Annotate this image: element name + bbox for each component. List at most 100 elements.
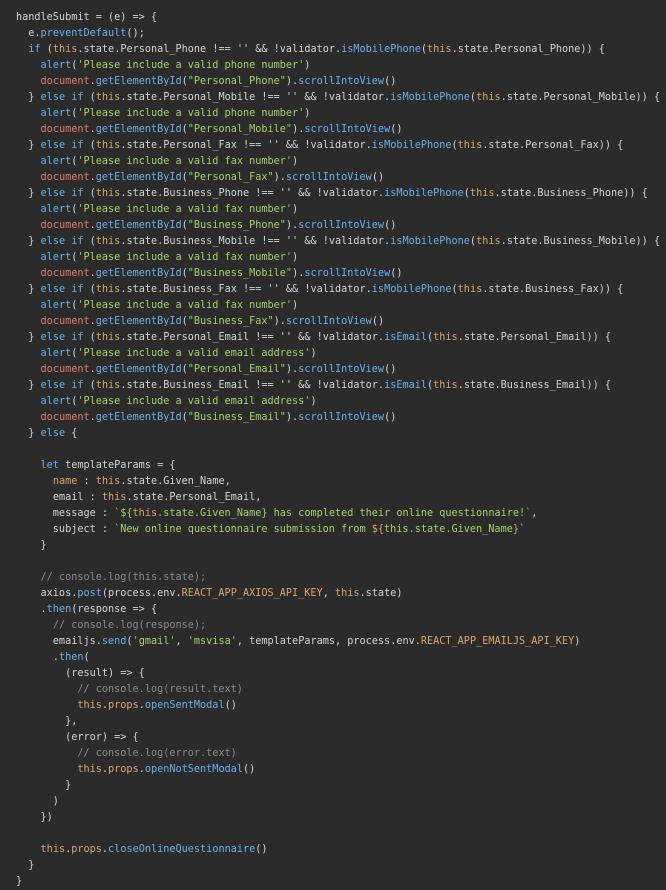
code-line[interactable]: e.preventDefault(); [0,26,666,42]
keyword-token: this [433,380,458,391]
code-line[interactable]: let templateParams = { [0,458,666,474]
code-line[interactable]: alert('Please include a valid fax number… [0,250,666,266]
code-token: .state.Business_Fax)) { [482,284,624,295]
code-token: .state.Personal_Mobile !== '' && !valida… [120,92,391,103]
code-line[interactable]: document.getElementById("Personal_Fax").… [0,170,666,186]
code-line[interactable]: handleSubmit = (e) => { [0,10,666,26]
identifier-token: getElementById [95,268,182,279]
code-line[interactable]: if (this.state.Personal_Phone !== '' && … [0,42,666,58]
code-line[interactable]: message : `${this.state.Given_Name} has … [0,506,666,522]
code-token: (result) => { [16,668,145,679]
code-line[interactable]: email : this.state.Personal_Email, [0,490,666,506]
code-line[interactable] [0,826,666,842]
code-token: } [16,92,41,103]
keyword-token: this [40,844,66,855]
code-line[interactable]: } [0,874,666,890]
code-token: handleSubmit = (e) => { [16,12,158,23]
code-token: .state.Personal_Email)) { [457,332,612,343]
identifier-token: alert [40,108,72,119]
code-token: ) [292,300,299,311]
keyword-token: props [108,764,139,775]
code-line[interactable]: } else if (this.state.Personal_Email !==… [0,330,666,346]
code-line[interactable]: } else if (this.state.Business_Phone !==… [0,186,666,202]
identifier-token: openSentModal [144,700,225,711]
code-line[interactable]: .then( [0,650,666,666]
identifier-token: getElementById [95,124,182,135]
string-token: `${ [114,508,133,519]
code-line[interactable] [0,554,666,570]
code-token: , templateParams, process.env. [236,636,421,647]
code-token: emailjs. [16,636,102,647]
keyword-token: ${ [371,524,385,535]
code-line[interactable]: document.getElementById("Personal_Phone"… [0,74,666,90]
code-token: ). [273,172,286,183]
code-line[interactable]: alert('Please include a valid email addr… [0,346,666,362]
code-line[interactable]: } else { [0,426,666,442]
code-line[interactable]: // console.log(result.text) [0,682,666,698]
code-line[interactable]: // console.log(response); [0,618,666,634]
code-line[interactable]: } else if (this.state.Personal_Mobile !=… [0,90,666,106]
keyword-token: props [108,700,139,711]
code-line[interactable]: } else if (this.state.Business_Email !==… [0,378,666,394]
code-line[interactable]: document.getElementById("Business_Fax").… [0,314,666,330]
code-line[interactable]: document.getElementById("Personal_Mobile… [0,122,666,138]
code-line[interactable]: // console.log(error.text) [0,746,666,762]
identifier-token: then [58,652,84,663]
code-line[interactable]: } [0,778,666,794]
code-body[interactable]: handleSubmit = (e) => { e.preventDefault… [0,10,666,890]
string-token: "Business_Mobile" [187,268,293,279]
code-line[interactable]: alert('Please include a valid fax number… [0,298,666,314]
code-line[interactable]: } else if (this.state.Business_Fax !== '… [0,282,666,298]
code-line[interactable]: this.props.closeOnlineQuestionnaire() [0,842,666,858]
code-token: ) [574,636,581,647]
code-line[interactable]: ) [0,794,666,810]
code-line[interactable]: alert('Please include a valid email addr… [0,394,666,410]
code-line[interactable]: } else if (this.state.Business_Mobile !=… [0,234,666,250]
identifier-token: isMobilePhone [384,188,464,199]
code-line[interactable]: }) [0,810,666,826]
keyword-token: this [457,284,483,295]
code-line[interactable]: document.getElementById("Personal_Email"… [0,362,666,378]
code-line[interactable]: alert('Please include a valid fax number… [0,202,666,218]
keyword-token: this [95,188,121,199]
code-line[interactable]: (result) => { [0,666,666,682]
identifier-token: alert [40,396,72,407]
code-token: subject : [16,524,115,535]
code-line[interactable]: } [0,538,666,554]
code-token: .state.Business_Phone)) { [494,188,648,199]
code-line[interactable]: .then(response => { [0,602,666,618]
code-line[interactable]: // console.log(this.state); [0,570,666,586]
code-line[interactable]: document.getElementById("Business_Phone"… [0,218,666,234]
code-line[interactable]: } else if (this.state.Personal_Fax !== '… [0,138,666,154]
code-editor[interactable]: handleSubmit = (e) => { e.preventDefault… [0,0,666,887]
code-line[interactable]: document.getElementById("Business_Mobile… [0,266,666,282]
code-line[interactable]: alert('Please include a valid phone numb… [0,58,666,74]
code-line[interactable]: alert('Please include a valid phone numb… [0,106,666,122]
identifier-token: then [46,604,72,615]
code-line[interactable]: (error) => { [0,730,666,746]
code-line[interactable]: alert('Please include a valid fax number… [0,154,666,170]
code-line[interactable]: this.props.openNotSentModal() [0,762,666,778]
keyword-token: this [95,332,121,343]
code-line[interactable]: name : this.state.Given_Name, [0,474,666,490]
string-token: ` [518,524,526,535]
code-line[interactable]: subject : `New online questionnaire subm… [0,522,666,538]
code-line[interactable] [0,442,666,458]
identifier-token: scrollIntoView [298,220,385,231]
code-token: } [16,332,41,343]
code-line[interactable]: document.getElementById("Business_Email"… [0,410,666,426]
code-line[interactable]: }, [0,714,666,730]
code-token: () [224,700,237,711]
code-line[interactable]: emailjs.send('gmail', 'msvisa', template… [0,634,666,650]
code-line[interactable]: } [0,858,666,874]
identifier-token: scrollIntoView [285,316,372,327]
code-token: ). [292,268,305,279]
code-line[interactable]: axios.post(process.env.REACT_APP_AXIOS_A… [0,586,666,602]
code-line[interactable]: this.props.openSentModal() [0,698,666,714]
code-token: } [16,876,23,887]
builtin-token: document [40,268,90,279]
